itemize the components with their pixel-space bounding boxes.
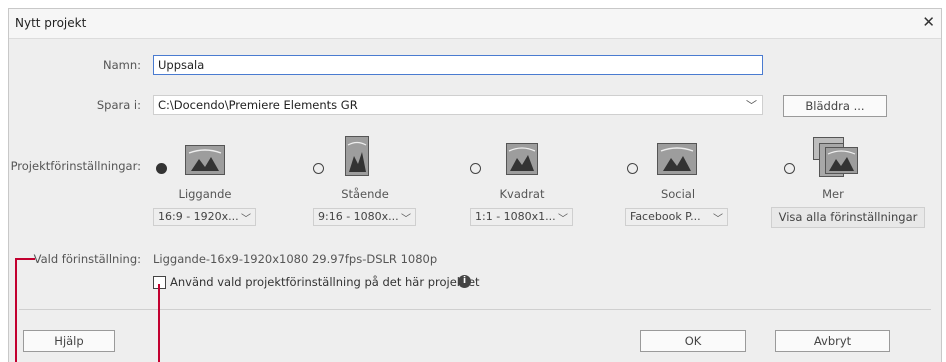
preset-landscape-dropdown-value: 16:9 - 1920x... <box>158 210 239 223</box>
project-name-input[interactable] <box>153 55 763 75</box>
divider <box>19 309 931 310</box>
square-thumbnail-icon <box>506 143 538 175</box>
selected-preset-value: Liggande-16x9-1920x1080 29.97fps-DSLR 10… <box>153 252 438 266</box>
callout-line-vertical-left <box>15 259 17 362</box>
cancel-button[interactable]: Avbryt <box>775 330 890 352</box>
preset-social-radio[interactable] <box>627 163 638 174</box>
project-presets-label: Projektförinställningar: <box>10 159 141 173</box>
more-presets-stack-icon <box>813 137 858 177</box>
preset-square-dropdown[interactable]: 1:1 - 1080x1... ﹀ <box>470 208 573 226</box>
save-location-combo[interactable]: C:\Docendo\Premiere Elements GR ﹀ <box>153 95 763 115</box>
preset-square-radio[interactable] <box>470 163 481 174</box>
preset-portrait-name: Stående <box>341 187 389 201</box>
name-label: Namn: <box>102 58 141 72</box>
preset-social-name: Social <box>660 187 696 201</box>
preset-landscape-radio[interactable] <box>156 163 167 174</box>
save-location-label: Spara i: <box>96 98 141 112</box>
show-all-presets-button[interactable]: Visa alla förinställningar <box>771 207 925 228</box>
callout-line-horizontal-left <box>15 258 35 260</box>
preset-square-name: Kvadrat <box>499 187 545 201</box>
preset-portrait-dropdown-value: 9:16 - 1080x... <box>318 210 399 223</box>
chevron-down-icon: ﹀ <box>401 214 411 225</box>
preset-portrait-dropdown[interactable]: 9:16 - 1080x... ﹀ <box>313 208 416 226</box>
dialog-title: Nytt projekt <box>15 16 87 30</box>
selected-preset-label: Vald förinställning: <box>33 252 141 266</box>
save-location-value: C:\Docendo\Premiere Elements GR <box>158 98 358 112</box>
callout-line-vertical-checkbox <box>158 284 160 362</box>
preset-landscape-name: Liggande <box>178 187 232 201</box>
preset-social-dropdown-value: Facebook P... <box>630 210 701 223</box>
social-thumbnail-icon <box>657 143 697 175</box>
chevron-down-icon: ﹀ <box>558 214 568 225</box>
help-button[interactable]: Hjälp <box>23 330 115 352</box>
info-icon[interactable]: i <box>458 275 471 288</box>
ok-button[interactable]: OK <box>640 330 746 352</box>
browse-button[interactable]: Bläddra ... <box>783 95 887 117</box>
use-preset-checkbox-label[interactable]: Använd vald projektförinställning på det… <box>170 275 480 289</box>
preset-portrait-radio[interactable] <box>313 163 324 174</box>
title-bar: Nytt projekt ✕ <box>9 9 941 39</box>
chevron-down-icon: ﹀ <box>746 99 757 112</box>
preset-social-dropdown[interactable]: Facebook P... ﹀ <box>625 208 728 226</box>
chevron-down-icon: ﹀ <box>713 214 723 225</box>
preset-landscape-dropdown[interactable]: 16:9 - 1920x... ﹀ <box>153 208 256 226</box>
preset-more-name: Mer <box>822 187 844 201</box>
close-icon[interactable]: ✕ <box>922 13 935 31</box>
portrait-thumbnail-icon <box>345 136 369 176</box>
chevron-down-icon: ﹀ <box>241 214 251 225</box>
preset-square-dropdown-value: 1:1 - 1080x1... <box>475 210 556 223</box>
landscape-thumbnail-icon <box>185 145 225 175</box>
new-project-dialog: Nytt projekt ✕ Namn: Spara i: C:\Docendo… <box>8 8 942 362</box>
preset-more-radio[interactable] <box>784 163 795 174</box>
